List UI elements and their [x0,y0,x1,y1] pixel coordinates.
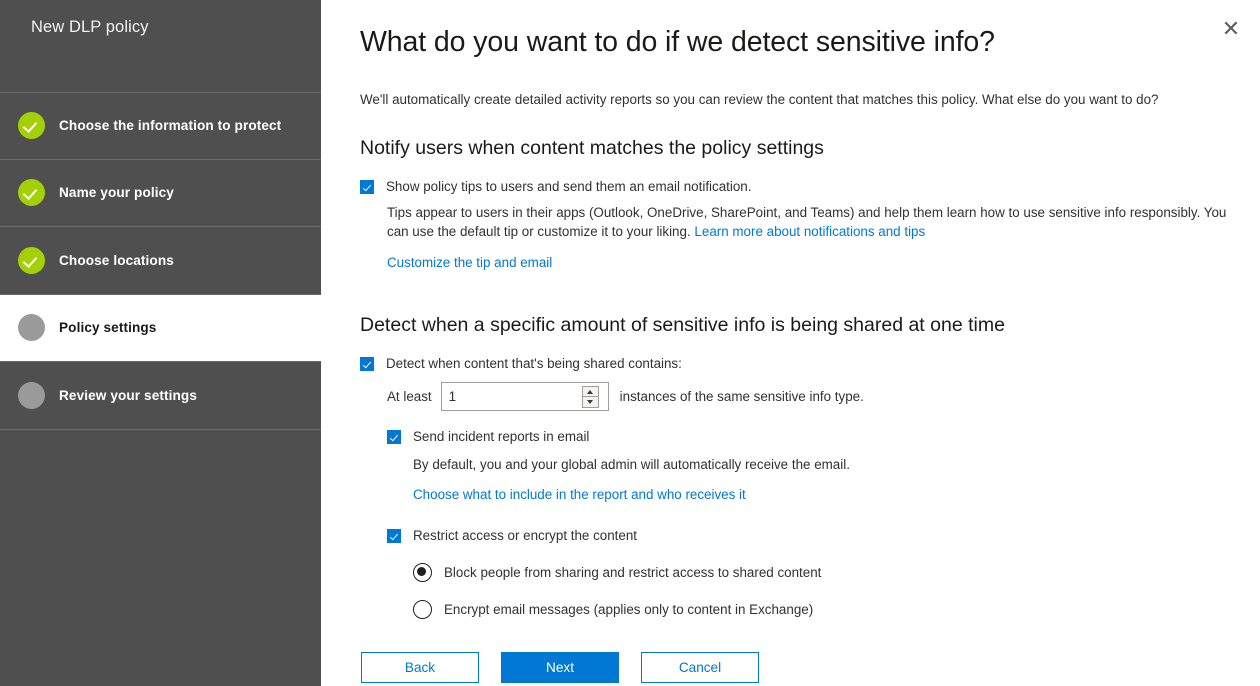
send-incident-reports-checkbox[interactable] [387,430,401,444]
main-panel: ✕ What do you want to do if we detect se… [321,0,1260,686]
dot-circle-icon [18,381,45,409]
cancel-button[interactable]: Cancel [641,652,759,683]
instance-count-input[interactable]: 1 [442,383,582,410]
stepper-arrows [581,385,599,408]
content-area: What do you want to do if we detect sens… [321,0,1260,683]
back-button[interactable]: Back [361,652,479,683]
page-title: What do you want to do if we detect sens… [360,26,995,58]
next-button[interactable]: Next [501,652,619,683]
wizard-steps: Choose the information to protect Name y… [0,92,321,430]
close-icon[interactable]: ✕ [1214,12,1248,46]
wizard-button-row: Back Next Cancel [361,652,1260,683]
sidebar-item-label: Choose locations [59,252,174,268]
send-incident-reports-label: Send incident reports in email [413,429,590,444]
wizard-sidebar: New DLP policy Choose the information to… [0,0,321,686]
sidebar-item-choose-information[interactable]: Choose the information to protect [0,92,321,160]
notify-description: Tips appear to users in their apps (Outl… [387,203,1232,241]
chevron-down-icon[interactable] [581,396,599,408]
restrict-access-label: Restrict access or encrypt the content [413,528,638,543]
show-policy-tips-label: Show policy tips to users and send them … [386,179,752,194]
sidebar-item-label: Policy settings [59,320,157,336]
detect-content-label: Detect when content that's being shared … [386,356,682,371]
block-sharing-label: Block people from sharing and restrict a… [444,565,822,580]
detect-content-row[interactable]: Detect when content that's being shared … [360,355,1260,373]
sidebar-item-review-settings[interactable]: Review your settings [0,362,321,430]
sidebar-item-name-policy[interactable]: Name your policy [0,160,321,227]
encrypt-email-radio[interactable] [413,600,432,619]
customize-tip-row: Customize the tip and email [387,254,1260,272]
instance-count-stepper[interactable]: 1 [440,382,609,411]
instance-count-row: At least 1 instances of the same sensiti… [387,382,1260,411]
show-policy-tips-checkbox[interactable] [360,180,374,194]
check-circle-icon [18,179,45,207]
show-policy-tips-row[interactable]: Show policy tips to users and send them … [360,178,1260,196]
block-sharing-radio-row[interactable]: Block people from sharing and restrict a… [413,563,1260,582]
customize-tip-and-email-link[interactable]: Customize the tip and email [387,255,552,270]
check-circle-icon [18,111,45,139]
restrict-access-row[interactable]: Restrict access or encrypt the content [387,527,1260,545]
notify-section-heading: Notify users when content matches the po… [360,137,824,159]
learn-more-notifications-link[interactable]: Learn more about notifications and tips [694,224,925,239]
restrict-access-checkbox[interactable] [387,529,401,543]
sidebar-item-label: Choose the information to protect [59,117,282,133]
new-dlp-policy-wizard: New DLP policy Choose the information to… [0,0,1260,686]
check-circle-icon [18,246,45,274]
sidebar-item-choose-locations[interactable]: Choose locations [0,227,321,295]
chevron-up-icon[interactable] [581,385,599,397]
encrypt-email-radio-row[interactable]: Encrypt email messages (applies only to … [413,600,1260,619]
block-sharing-radio[interactable] [413,563,432,582]
intro-text: We'll automatically create detailed acti… [360,92,1159,107]
incident-description: By default, you and your global admin wi… [413,457,850,472]
at-least-label: At least [387,389,432,404]
incident-report-link-row: Choose what to include in the report and… [413,486,1260,504]
encrypt-email-label: Encrypt email messages (applies only to … [444,602,814,617]
sidebar-item-label: Name your policy [59,185,174,201]
sidebar-item-policy-settings[interactable]: Policy settings [0,294,321,362]
send-incident-reports-row[interactable]: Send incident reports in email [387,428,1260,446]
sidebar-title: New DLP policy [31,18,149,36]
detect-content-checkbox[interactable] [360,357,374,371]
detect-section-heading: Detect when a specific amount of sensiti… [360,314,1005,336]
instances-label: instances of the same sensitive info typ… [619,389,864,404]
dot-circle-icon [18,314,45,342]
sidebar-item-label: Review your settings [59,387,197,403]
choose-report-contents-link[interactable]: Choose what to include in the report and… [413,487,746,502]
